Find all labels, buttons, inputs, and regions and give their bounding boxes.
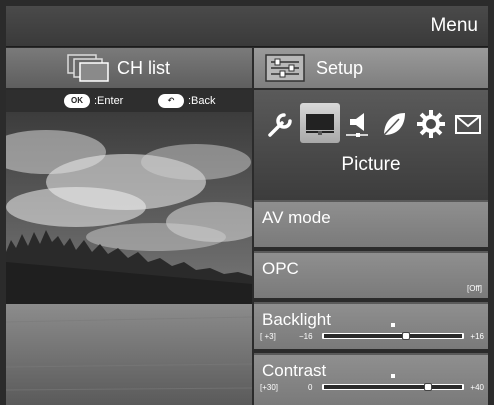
setting-av-mode[interactable]: AV mode	[254, 200, 488, 247]
wrench-icon[interactable]	[266, 109, 296, 139]
contrast-max: +40	[470, 383, 484, 392]
tab-setup-label: Setup	[316, 58, 364, 78]
back-key-icon: ↶	[158, 94, 184, 108]
setup-icon	[265, 54, 305, 82]
key-hints: OK :Enter ↶ :Back	[6, 90, 252, 112]
contrast-min: 0	[308, 383, 313, 392]
backlight-center-marker	[391, 323, 395, 327]
title-bar: Menu	[6, 6, 488, 47]
tv-menu-frame: Menu CH list Setup OK :Enter ↶ :Back Pic…	[0, 0, 494, 405]
contrast-slider-thumb[interactable]	[423, 383, 432, 391]
tab-ch-list-label: CH list	[117, 58, 170, 78]
mail-icon[interactable]	[453, 109, 483, 139]
contrast-value: [+30]	[260, 383, 279, 392]
backlight-slider-groove	[324, 334, 462, 338]
enter-hint: :Enter	[94, 95, 124, 107]
opc-value: [Off]	[467, 284, 482, 293]
contrast-label: Contrast	[262, 361, 327, 380]
back-hint: :Back	[188, 95, 216, 107]
backlight-label: Backlight	[262, 310, 331, 329]
tab-setup[interactable]: Setup	[254, 48, 488, 88]
eco-leaf-icon[interactable]	[379, 109, 409, 139]
setting-contrast[interactable]: Contrast [+30] 0 +40	[254, 353, 488, 405]
audio-icon[interactable]	[342, 109, 372, 139]
setting-backlight[interactable]: Backlight [ +3] −16 +16	[254, 302, 488, 349]
video-preview-image	[6, 112, 252, 405]
backlight-value: [ +3]	[260, 332, 276, 341]
backlight-max: +16	[470, 332, 484, 341]
backlight-slider-thumb[interactable]	[401, 332, 410, 340]
picture-icon[interactable]	[305, 109, 335, 139]
opc-label: OPC	[262, 259, 299, 278]
setting-opc[interactable]: OPC [Off]	[254, 251, 488, 298]
setup-category-panel: Picture	[254, 90, 488, 200]
av-mode-label: AV mode	[262, 208, 331, 227]
menu-title: Menu	[430, 15, 478, 36]
gear-icon[interactable]	[416, 109, 446, 139]
contrast-slider-groove	[324, 385, 462, 389]
ok-key-icon: OK	[64, 94, 90, 108]
backlight-min: −16	[299, 332, 313, 341]
contrast-center-marker	[391, 374, 395, 378]
channel-list-icon	[67, 54, 109, 82]
tab-ch-list[interactable]: CH list	[6, 48, 252, 88]
selected-category-label: Picture	[341, 154, 401, 175]
